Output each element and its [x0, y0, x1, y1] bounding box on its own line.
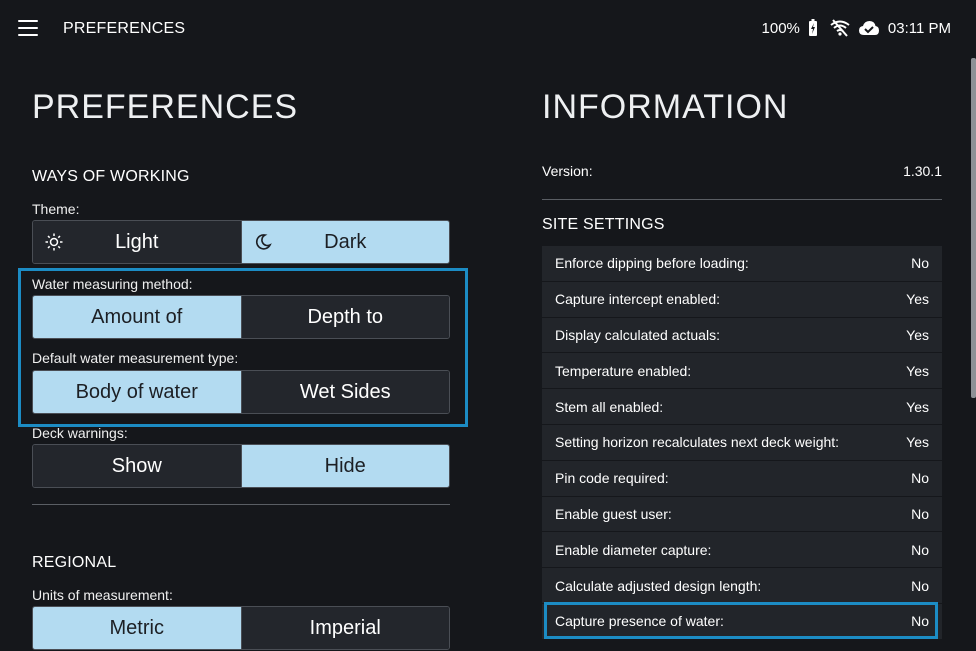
- cloud-done-icon: [858, 21, 879, 35]
- metric-option[interactable]: Metric: [33, 607, 241, 649]
- section-divider: [32, 504, 450, 505]
- status-bar: 100% 03:11 PM: [754, 19, 951, 37]
- version-row: Version: 1.30.1: [542, 163, 942, 179]
- list-item: Enforce dipping before loading: No: [542, 246, 942, 282]
- water-type-toggle: Body of water Wet Sides: [32, 370, 450, 414]
- theme-light-option[interactable]: Light: [33, 221, 241, 263]
- water-method-toggle: Amount of Depth to: [32, 295, 450, 339]
- hamburger-menu-icon[interactable]: [18, 20, 38, 36]
- units-toggle: Metric Imperial: [32, 606, 450, 650]
- show-option[interactable]: Show: [33, 445, 241, 487]
- ways-of-working-title: WAYS OF WORKING: [32, 168, 190, 185]
- list-item: Display calculated actuals: Yes: [542, 317, 942, 354]
- theme-dark-option[interactable]: Dark: [240, 221, 449, 263]
- list-item: Stem all enabled: Yes: [542, 389, 942, 425]
- list-item: Setting horizon recalculates next deck w…: [542, 424, 942, 461]
- wifi-off-icon: [830, 19, 850, 37]
- battery-charging-icon: [808, 19, 817, 36]
- sun-icon: [45, 233, 63, 251]
- imperial-option[interactable]: Imperial: [240, 607, 449, 649]
- top-app-bar: PREFERENCES 100% 03:11 PM: [0, 0, 976, 58]
- moon-icon: [255, 234, 272, 250]
- version-value: 1.30.1: [903, 163, 942, 179]
- information-heading: INFORMATION: [542, 88, 789, 126]
- preferences-heading: PREFERENCES: [32, 88, 299, 126]
- deck-warnings-toggle: Show Hide: [32, 444, 450, 488]
- units-label: Units of measurement:: [32, 587, 173, 603]
- list-item: Pin code required: No: [542, 460, 942, 497]
- amount-of-option[interactable]: Amount of: [33, 296, 241, 338]
- site-settings-list: Enforce dipping before loading: No Captur…: [542, 246, 942, 640]
- water-type-label: Default water measurement type:: [32, 350, 239, 366]
- theme-light-label: Light: [115, 230, 159, 253]
- version-label: Version:: [542, 163, 593, 179]
- battery-percent: 100%: [761, 19, 800, 37]
- list-item: Enable diameter capture: No: [542, 532, 942, 569]
- theme-dark-label: Dark: [324, 230, 367, 253]
- water-presence-highlight: [544, 602, 938, 639]
- list-item: Enable guest user: No: [542, 496, 942, 533]
- water-method-label: Water measuring method:: [32, 276, 193, 292]
- list-item: Capture intercept enabled: Yes: [542, 281, 942, 318]
- clock: 03:11 PM: [887, 19, 951, 37]
- theme-label: Theme:: [32, 201, 80, 217]
- depth-to-option[interactable]: Depth to: [240, 296, 449, 338]
- wet-sides-option[interactable]: Wet Sides: [240, 371, 449, 413]
- theme-toggle: Light Dark: [32, 220, 450, 264]
- list-item: Calculate adjusted design length: No: [542, 568, 942, 604]
- app-bar-title: PREFERENCES: [63, 20, 186, 37]
- info-divider: [542, 199, 942, 200]
- body-of-water-option[interactable]: Body of water: [33, 371, 241, 413]
- hide-option[interactable]: Hide: [240, 445, 449, 487]
- deck-warnings-label: Deck warnings:: [32, 425, 128, 441]
- scrollbar[interactable]: [971, 58, 976, 398]
- site-settings-title: SITE SETTINGS: [542, 216, 665, 233]
- regional-title: REGIONAL: [32, 554, 117, 571]
- list-item: Temperature enabled: Yes: [542, 353, 942, 390]
